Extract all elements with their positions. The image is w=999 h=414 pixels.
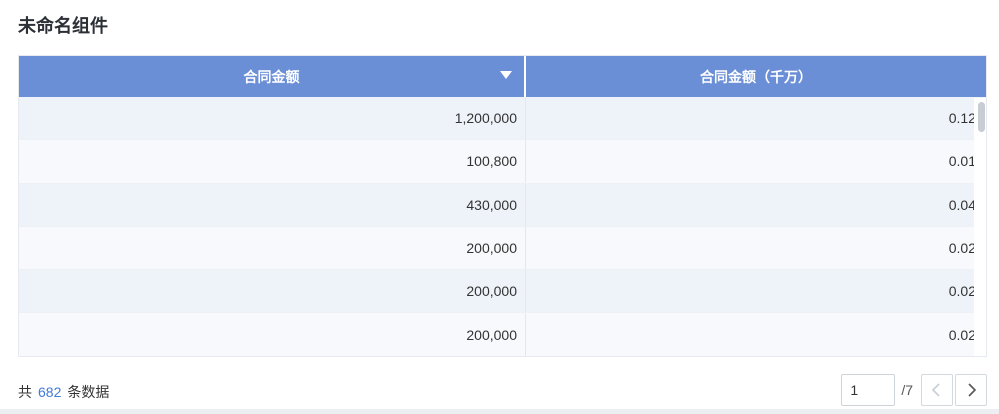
table-row: 100,800 0.01 (19, 140, 986, 184)
table-cell: 1,200,000 (19, 97, 526, 140)
widget-title: 未命名组件 (18, 16, 108, 36)
total-prefix: 共 (18, 384, 32, 400)
table-row: 200,000 0.02 (19, 226, 986, 271)
table-cell: 100,800 (19, 140, 526, 183)
total-count: 682 (38, 384, 62, 400)
chevron-left-icon (931, 383, 940, 397)
table-scrollbar[interactable] (974, 98, 986, 356)
data-table: 合同金额 合同金额（千万） 1,200,000 0.12 100,800 0.0… (18, 55, 987, 357)
scroll-thumb[interactable] (978, 102, 985, 132)
table-cell: 0.02 (948, 240, 976, 257)
table-cell: 200,000 (19, 226, 526, 270)
table-cell: 0.02 (948, 283, 976, 300)
table-row: 1,200,000 0.12 (19, 97, 986, 141)
prev-page-button[interactable] (921, 374, 953, 406)
table-cell: 0.01 (948, 153, 976, 170)
table-header: 合同金额 合同金额（千万） (19, 56, 986, 97)
total-suffix: 条数据 (67, 384, 110, 400)
total-records: 共 682 条数据 (18, 382, 109, 402)
table-cell: 430,000 (19, 183, 526, 226)
table-cell: 0.02 (948, 326, 976, 343)
table-cell: 200,000 (19, 313, 526, 356)
table-body: 1,200,000 0.12 100,800 0.01 430,000 0.04… (19, 97, 986, 356)
table-cell: 200,000 (19, 270, 526, 313)
page-number-input[interactable] (841, 374, 896, 406)
column-header-contract-amount[interactable]: 合同金额 (19, 56, 526, 97)
column-header-label: 合同金额（千万） (700, 68, 812, 85)
table-cell: 0.12 (948, 110, 976, 127)
next-page-button[interactable] (955, 374, 987, 406)
total-pages: /7 (901, 382, 913, 398)
table-cell: 0.04 (948, 196, 976, 213)
column-header-contract-amount-10m[interactable]: 合同金额（千万） (526, 56, 986, 97)
column-header-label: 合同金额 (243, 68, 300, 85)
table-row: 430,000 0.04 (19, 183, 986, 227)
table-row: 200,000 0.02 (19, 313, 986, 356)
bottom-divider (0, 409, 999, 414)
pagination: /7 (841, 374, 987, 406)
chevron-right-icon (968, 383, 977, 397)
table-row: 200,000 0.02 (19, 270, 986, 314)
caret-down-icon[interactable] (500, 71, 512, 79)
